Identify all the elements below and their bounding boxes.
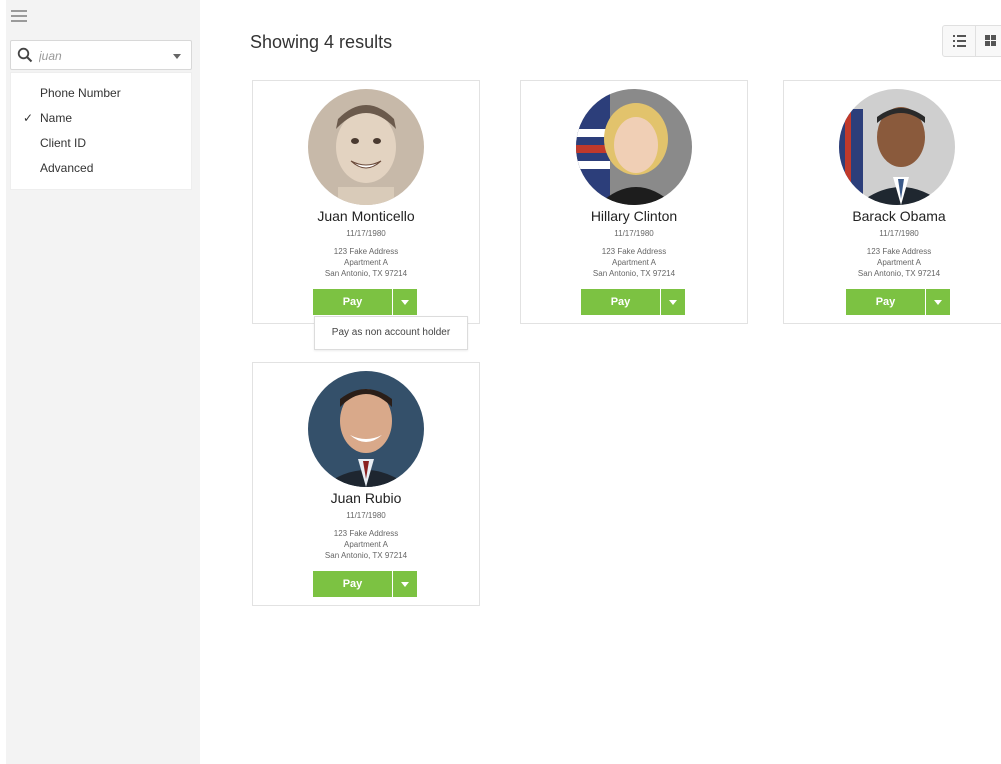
- pay-button[interactable]: Pay: [581, 289, 660, 315]
- client-card: Barack Obama 11/17/1980 123 Fake Address…: [783, 80, 1001, 324]
- client-name: Barack Obama: [852, 208, 946, 224]
- address-line-2: Apartment A: [343, 540, 389, 549]
- client-address: 123 Fake Address Apartment A San Antonio…: [253, 246, 479, 279]
- avatar[interactable]: [576, 89, 692, 205]
- client-address: 123 Fake Address Apartment A San Antonio…: [521, 246, 747, 279]
- chevron-down-icon: [401, 582, 409, 587]
- menu-item-label: Client ID: [40, 136, 87, 150]
- address-line-3: San Antonio, TX 97214: [324, 269, 408, 278]
- pay-button-group: Pay: [313, 289, 417, 315]
- search-type-dropdown-icon[interactable]: [173, 54, 181, 59]
- pay-dropdown-button[interactable]: [393, 289, 417, 315]
- grid-view-button[interactable]: [975, 26, 1001, 56]
- address-line-2: Apartment A: [343, 258, 389, 267]
- client-dob: 11/17/1980: [614, 229, 654, 238]
- menu-item-phone-number[interactable]: Phone Number: [11, 82, 191, 104]
- chevron-down-icon: [934, 300, 942, 305]
- search-box[interactable]: [10, 40, 192, 70]
- avatar[interactable]: [308, 371, 424, 487]
- client-dob: 11/17/1980: [346, 511, 386, 520]
- menu-item-label: Advanced: [40, 161, 94, 175]
- address-line-1: 123 Fake Address: [601, 247, 667, 256]
- search-input[interactable]: [37, 46, 161, 66]
- avatar[interactable]: [839, 89, 955, 205]
- pay-dropdown-button[interactable]: [661, 289, 685, 315]
- pay-button[interactable]: Pay: [846, 289, 925, 315]
- pay-button-group: Pay: [313, 571, 417, 597]
- client-address: 123 Fake Address Apartment A San Antonio…: [253, 528, 479, 561]
- avatar[interactable]: [308, 89, 424, 205]
- address-line-3: San Antonio, TX 97214: [592, 269, 676, 278]
- address-line-2: Apartment A: [611, 258, 657, 267]
- menu-item-label: Phone Number: [40, 86, 121, 100]
- pay-as-non-account-holder-option[interactable]: Pay as non account holder: [314, 316, 468, 350]
- client-address: 123 Fake Address Apartment A San Antonio…: [784, 246, 1001, 279]
- pay-button[interactable]: Pay: [313, 289, 392, 315]
- list-view-icon: [953, 35, 966, 47]
- menu-item-name[interactable]: ✓ Name: [11, 107, 191, 129]
- address-line-1: 123 Fake Address: [333, 247, 399, 256]
- list-view-button[interactable]: [943, 26, 976, 56]
- search-type-menu: Phone Number ✓ Name Client ID Advanced: [10, 72, 192, 190]
- address-line-3: San Antonio, TX 97214: [324, 551, 408, 560]
- pay-dropdown-button[interactable]: [393, 571, 417, 597]
- grid-view-icon: [985, 35, 996, 46]
- pay-dropdown-button[interactable]: [926, 289, 950, 315]
- menu-item-label: Name: [40, 111, 73, 125]
- menu-item-client-id[interactable]: Client ID: [11, 132, 191, 154]
- pay-button-group: Pay: [846, 289, 950, 315]
- client-name: Juan Rubio: [330, 490, 402, 506]
- address-line-3: San Antonio, TX 97214: [857, 269, 941, 278]
- pay-button-group: Pay: [581, 289, 685, 315]
- results-title: Showing 4 results: [250, 32, 393, 52]
- search-icon: [17, 47, 33, 63]
- client-name: Hillary Clinton: [590, 208, 678, 224]
- client-dob: 11/17/1980: [879, 229, 919, 238]
- client-dob: 11/17/1980: [346, 229, 386, 238]
- client-card: Juan Monticello 11/17/1980 123 Fake Addr…: [252, 80, 480, 324]
- menu-item-advanced[interactable]: Advanced: [11, 157, 191, 179]
- chevron-down-icon: [401, 300, 409, 305]
- address-line-1: 123 Fake Address: [333, 529, 399, 538]
- address-line-1: 123 Fake Address: [866, 247, 932, 256]
- sidebar: Phone Number ✓ Name Client ID Advanced: [6, 0, 200, 764]
- hamburger-icon[interactable]: [11, 10, 27, 24]
- client-name: Juan Monticello: [317, 208, 415, 224]
- chevron-down-icon: [669, 300, 677, 305]
- view-toggle: [942, 25, 1001, 57]
- client-card: Juan Rubio 11/17/1980 123 Fake Address A…: [252, 362, 480, 606]
- checkmark-icon: ✓: [23, 111, 34, 125]
- client-card: Hillary Clinton 11/17/1980 123 Fake Addr…: [520, 80, 748, 324]
- pay-button[interactable]: Pay: [313, 571, 392, 597]
- address-line-2: Apartment A: [876, 258, 922, 267]
